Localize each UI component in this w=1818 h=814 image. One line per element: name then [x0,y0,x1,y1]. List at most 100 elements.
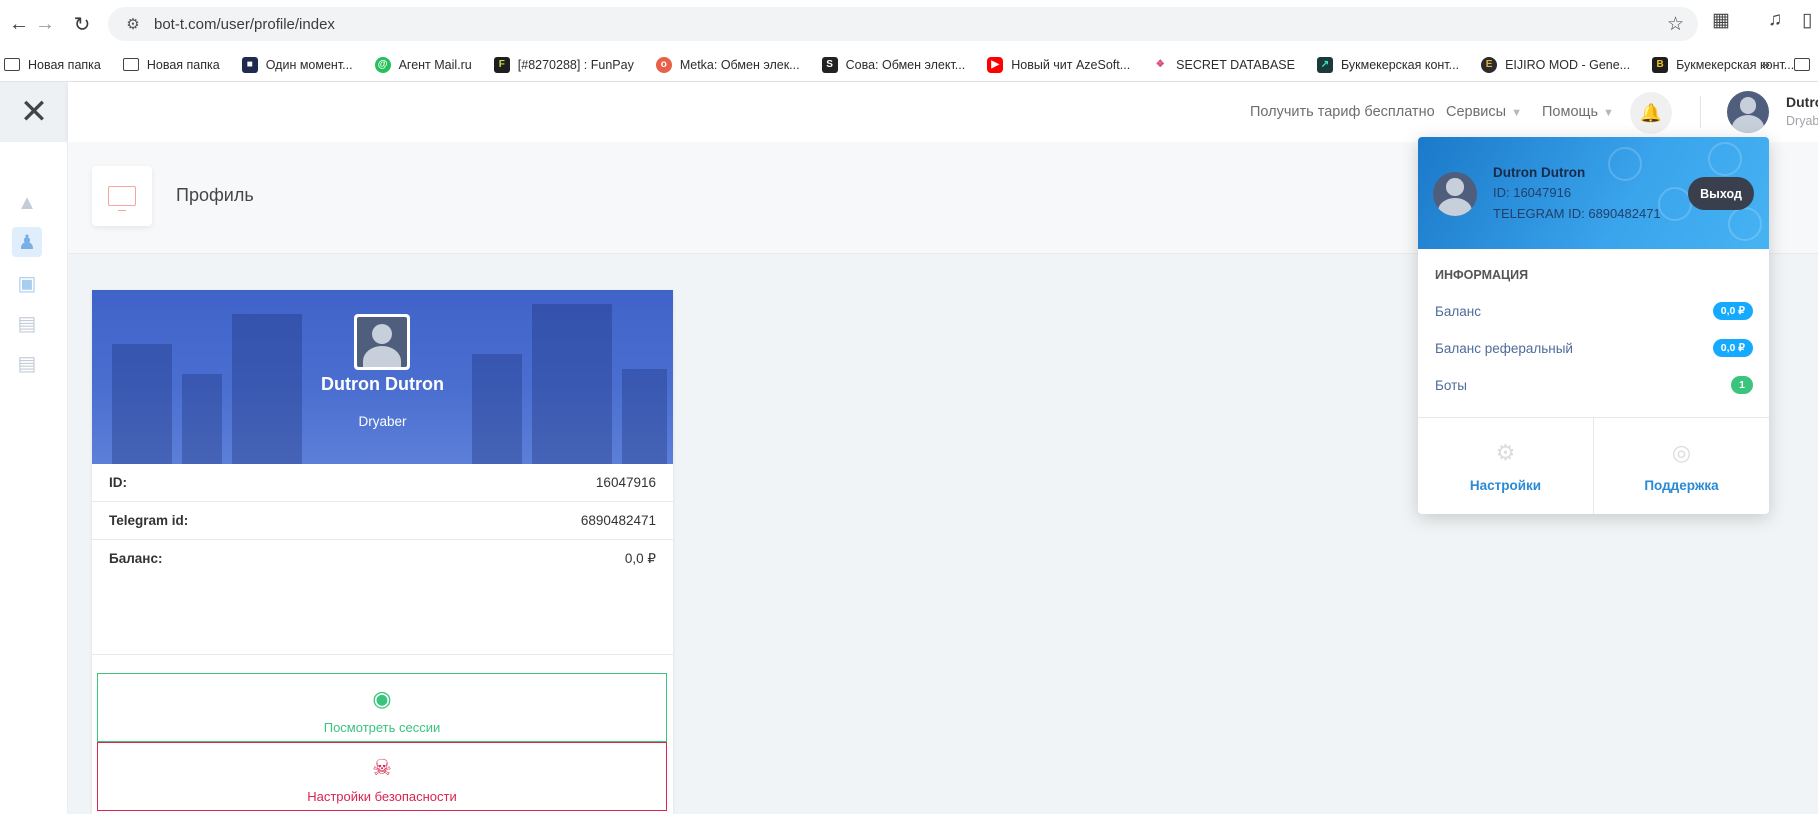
bookmark-star-icon[interactable]: ☆ [1667,13,1684,36]
reload-icon[interactable]: ↻ [63,5,101,43]
bookmark-0[interactable]: Новая папка [4,58,101,72]
balance-badge: 0,0 ₽ [1712,302,1753,320]
bookmark-2[interactable]: ■ Один момент... [241,56,353,73]
bookmark-8[interactable]: ❖ SECRET DATABASE [1152,56,1295,73]
bookmaker-icon: ↗ [1316,56,1333,73]
bookmark-label: SECRET DATABASE [1176,57,1295,72]
bookmark-label: [#8270288] : FunPay [517,57,634,72]
info-row-balance: Баланс: 0,0 ₽ [92,540,673,655]
close-sidebar-icon[interactable]: ✕ [0,82,68,142]
extensions-icon[interactable]: ▦ [1712,9,1730,32]
info-section-title: Информация [1435,268,1529,282]
bookmark-label: Новая папка [146,57,220,72]
dropdown-avatar [1433,172,1477,216]
eijiro-icon: E [1481,56,1498,73]
profile-name: Dutron Dutron [321,374,444,394]
bots-badge: 1 [1731,376,1753,394]
bots-item[interactable]: Боты [1435,378,1467,393]
gear-icon: ⚙ [1495,440,1516,465]
bookmark-9[interactable]: ↗ Букмекерская конт... [1316,56,1460,73]
services-menu[interactable]: Сервисы ▼ [1446,104,1522,120]
folder-icon [4,58,20,71]
header-user-name[interactable]: Dutron [1786,94,1818,110]
row-label: Telegram id: [109,513,189,528]
more-bookmarks-icon[interactable]: » [1762,56,1770,73]
referral-balance-item[interactable]: Баланс реферальный [1435,341,1573,356]
profile-avatar [354,314,410,370]
monitor-icon [92,166,152,226]
bookmark-label: Агент Mail.ru [398,57,472,72]
dropdown-user-id: ID: 16047916 [1493,185,1572,200]
bookmark-4[interactable]: F [#8270288] : FunPay [493,56,634,73]
row-label: ID: [109,475,127,490]
help-label: Помощь [1542,104,1599,120]
chevron-down-icon: ▼ [1511,107,1522,119]
owl-icon: S [821,56,838,73]
row-value: 6890482471 [580,513,656,528]
sidepanel-icon[interactable]: ▯ [1802,9,1812,32]
url-text[interactable]: bot-t.com/user/profile/index [154,16,335,33]
bookmark-label: Новый чит AzeSoft... [1011,57,1131,72]
forward-icon[interactable]: → [26,5,64,43]
header-divider [1700,96,1701,128]
bookmark-1[interactable]: Новая папка [122,57,220,72]
bookmark-3[interactable]: @ Агент Mail.ru [374,56,472,73]
view-sessions-button[interactable]: ◉ Посмотреть сессии [97,673,667,742]
rocket-icon[interactable]: ▲ [12,188,42,218]
mail-agent-icon: @ [374,56,391,73]
profile-card: Dutron Dutron Dryaber ID: 16047916 Teleg… [92,290,673,814]
security-settings-button[interactable]: ☠ Настройки безопасности [97,742,667,811]
bookmark-label: Новая папка [28,57,101,72]
laptop-icon[interactable]: ▤ [12,308,42,338]
metka-icon: o [655,56,672,73]
page-title: Профиль [176,185,254,205]
bookmark-10[interactable]: E EIJIRO MOD - Gene... [1481,56,1630,73]
bell-icon[interactable]: 🔔 [1630,92,1672,134]
info-row-id: ID: 16047916 [92,464,673,502]
dropdown-footer-divider [1593,418,1594,514]
bookmark-7[interactable]: ▶ Новый чит AzeSoft... [987,56,1131,73]
user-dropdown: Dutron Dutron ID: 16047916 TELEGRAM ID: … [1418,137,1769,514]
row-value: 16047916 [595,475,656,490]
users-icon[interactable]: ♟ [12,227,42,257]
support-button[interactable]: Поддержка [1594,478,1769,493]
referral-balance-badge: 0,0 ₽ [1712,339,1753,357]
header-user-sub: Dryab [1786,114,1818,128]
robot-icon[interactable]: ▣ [12,268,42,298]
bookmaker2-icon: B [1652,56,1669,73]
globe-icon: ◎ [1671,440,1692,465]
balance-item[interactable]: Баланс [1435,304,1481,319]
free-plan-link[interactable]: Получить тариф бесплатно [1250,104,1435,120]
funpay-icon: F [493,56,510,73]
folder-icon [122,58,139,71]
youtube-icon: ▶ [987,56,1004,73]
site-settings-icon[interactable]: ⚙ [118,15,148,33]
security-settings-label: Настройки безопасности [307,789,457,804]
settings-button[interactable]: Настройки [1418,478,1593,493]
info-row-telegram: Telegram id: 6890482471 [92,502,673,540]
eye-icon: ◉ [372,686,392,711]
address-bar[interactable]: ⚙ bot-t.com/user/profile/index ☆ [108,7,1698,41]
services-label: Сервисы [1446,104,1507,120]
bookmarks-bar: Новая папка Новая папка ■ Один момент... … [0,48,1818,82]
profile-username: Dryaber [358,414,407,429]
view-sessions-label: Посмотреть сессии [323,720,441,735]
logout-button[interactable]: Выход [1688,177,1754,210]
bookmark-label: Букмекерская конт... [1340,57,1460,72]
bookmark-6[interactable]: S Сова: Обмен элект... [821,56,966,73]
profile-hero: Dutron Dutron Dryaber [92,290,673,464]
media-icon[interactable]: ♫ [1768,9,1782,31]
bookmark-11[interactable]: B Букмекерская конт... [1652,56,1794,73]
avatar[interactable] [1727,91,1769,133]
database-icon: ❖ [1152,56,1169,73]
document-icon[interactable]: ▤ [12,348,42,378]
all-bookmarks-icon[interactable] [1794,58,1810,71]
help-menu[interactable]: Помощь ▼ [1542,104,1614,120]
dropdown-telegram-id: TELEGRAM ID: 6890482471 [1493,206,1661,221]
chevron-down-icon: ▼ [1603,107,1614,119]
app-header: Получить тариф бесплатно Сервисы ▼ Помощь… [68,82,1818,142]
bookmark-5[interactable]: o Metka: Обмен элек... [655,56,800,73]
bookmark-label: Сова: Обмен элект... [845,57,966,72]
site-icon: ■ [241,56,258,73]
spy-icon: ☠ [372,755,392,780]
